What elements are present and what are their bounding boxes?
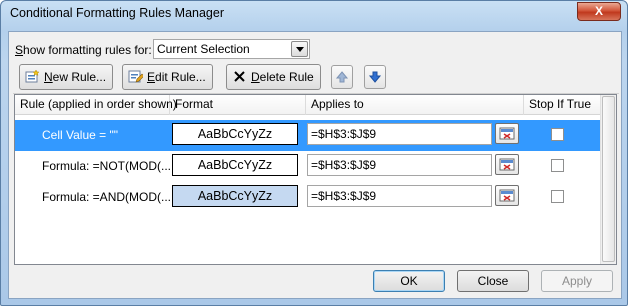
range-select-button[interactable] [495,123,519,144]
delete-rule-button[interactable]: Delete Rule [226,64,321,90]
ok-button[interactable]: OK [373,270,445,292]
rule-description: Cell Value = "" [42,128,119,142]
new-rule-button[interactable]: New Rule... [19,64,114,90]
column-header-rule[interactable]: Rule (applied in order shown) [15,95,177,115]
show-rules-select[interactable]: Current Selection [153,39,310,59]
rules-toolbar: New Rule... Edit Rule... Delete Rule [13,61,619,94]
applies-to-field[interactable]: =$H$3:$J$9 [307,123,492,145]
format-preview[interactable]: AaBbCcYyZz [172,123,298,145]
edit-rule-label: Edit Rule... [147,70,206,84]
rule-description: Formula: =NOT(MOD(... [42,159,172,173]
range-select-icon [499,189,515,202]
range-select-icon [499,127,515,140]
new-rule-label: New Rule... [44,70,107,84]
rule-row[interactable]: Formula: =AND(MOD(... AaBbCcYyZz =$H$3:$J$… [15,182,602,213]
stop-if-true-checkbox[interactable] [551,128,564,141]
new-rule-icon [25,69,40,83]
range-select-button[interactable] [495,154,519,175]
rule-row[interactable]: Formula: =NOT(MOD(... AaBbCcYyZz =$H$3:$J$… [15,151,602,182]
apply-button[interactable]: Apply [541,270,613,292]
rules-manager-dialog: Conditional Formatting Rules Manager X S… [0,0,628,306]
vertical-scrollbar[interactable] [600,95,616,264]
column-header-format[interactable]: Format [170,95,306,115]
scrollbar-thumb[interactable] [602,96,615,262]
format-preview[interactable]: AaBbCcYyZz [172,154,298,176]
window-title: Conditional Formatting Rules Manager [10,6,224,20]
column-header-stop-if-true[interactable]: Stop If True [524,95,602,115]
delete-icon [234,71,245,82]
rules-list-header: Rule (applied in order shown) Format App… [15,95,602,115]
show-rules-label: Show formatting rules for: [15,43,152,57]
rule-row[interactable]: Cell Value = "" AaBbCcYyZz =$H$3:$J$9 [15,120,602,151]
show-rules-value: Current Selection [157,42,250,56]
stop-if-true-checkbox[interactable] [551,159,564,172]
move-down-button[interactable] [364,65,386,89]
range-select-icon [499,158,515,171]
dialog-body: Show formatting rules for: Current Selec… [8,31,622,299]
edit-rule-button[interactable]: Edit Rule... [122,64,213,90]
range-select-button[interactable] [495,185,519,206]
close-button[interactable]: Close [457,270,529,292]
applies-to-field[interactable]: =$H$3:$J$9 [307,185,492,207]
move-up-button[interactable] [331,65,353,89]
rules-list[interactable]: Rule (applied in order shown) Format App… [14,94,617,265]
delete-rule-label: Delete Rule [251,70,314,84]
stop-if-true-checkbox[interactable] [551,190,564,203]
arrow-up-icon [335,71,349,83]
format-preview[interactable]: AaBbCcYyZz [172,185,298,207]
edit-rule-icon [128,70,143,83]
arrow-down-icon [368,71,382,83]
chevron-down-icon[interactable] [291,41,308,57]
applies-to-field[interactable]: =$H$3:$J$9 [307,154,492,176]
rule-description: Formula: =AND(MOD(... [42,190,172,204]
column-header-applies-to[interactable]: Applies to [306,95,524,115]
window-close-button[interactable]: X [577,2,621,21]
